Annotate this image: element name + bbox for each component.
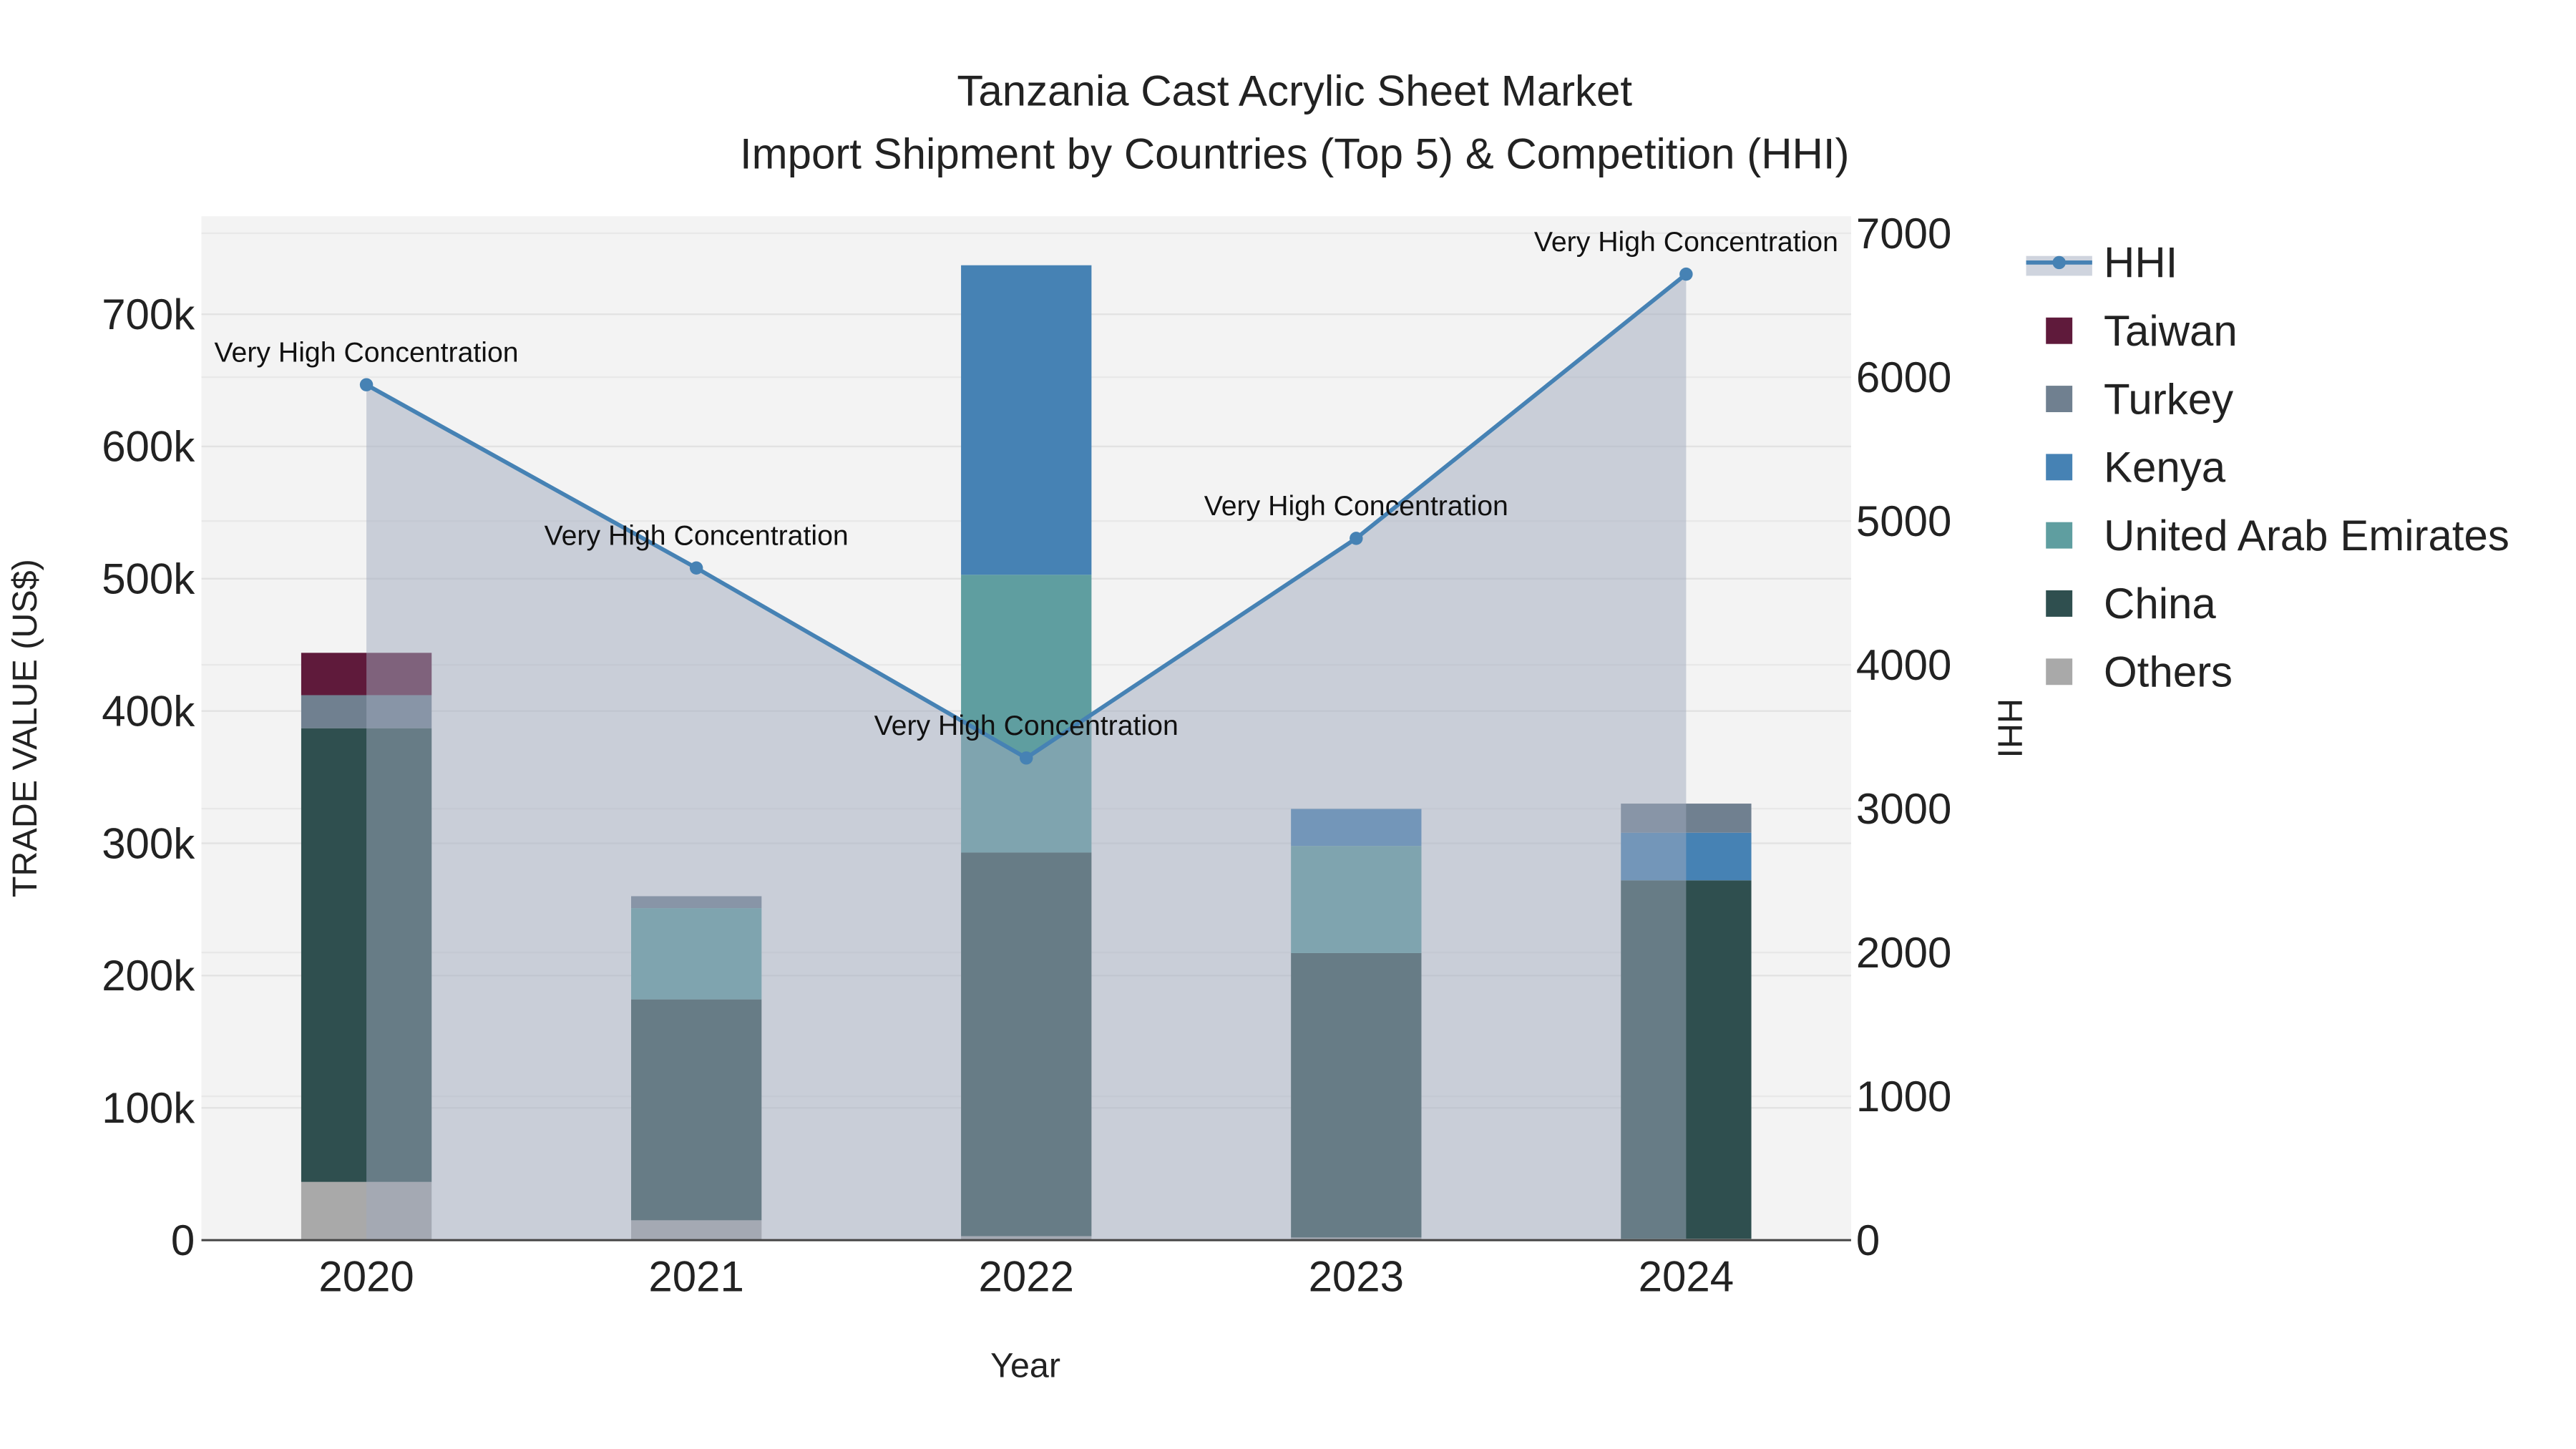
y-tick-label: 200k	[102, 952, 195, 1000]
y2-tick-label: 7000	[1856, 210, 1951, 258]
hhi-annotation: Very High Concentration	[1204, 490, 1508, 522]
legend-label: Turkey	[2104, 375, 2233, 423]
x-tick-label: 2023	[1309, 1253, 1404, 1301]
y-tick-label: 400k	[102, 687, 195, 735]
hhi-annotation: Very High Concentration	[874, 710, 1179, 741]
legend-swatch	[2046, 454, 2073, 481]
legend-swatch	[2046, 386, 2073, 412]
hhi-trade-chart: Very High Concentration Very High Concent…	[6, 67, 2509, 1385]
y2-tick-label: 5000	[1856, 497, 1951, 545]
x-tick-label: 2020	[318, 1253, 414, 1301]
x-tick-label: 2021	[648, 1253, 743, 1301]
hhi-point-2022[interactable]	[1020, 751, 1033, 765]
legend-item-turkey[interactable]: Turkey	[2046, 375, 2233, 423]
y-tick-label: 500k	[102, 555, 195, 603]
legend-label: Kenya	[2104, 444, 2226, 492]
chart-subtitle: Import Shipment by Countries (Top 5) & C…	[740, 130, 1850, 177]
hhi-point-2021[interactable]	[689, 561, 703, 575]
y2-tick-label: 2000	[1856, 929, 1951, 977]
hhi-annotation: Very High Concentration	[215, 336, 519, 368]
x-tick-label: 2024	[1639, 1253, 1734, 1301]
hhi-point-2020[interactable]	[359, 378, 374, 391]
y2-tick-label: 6000	[1856, 353, 1951, 401]
y-tick-label: 700k	[102, 291, 195, 338]
legend-label: HHI	[2104, 239, 2177, 287]
hhi-point-2023[interactable]	[1350, 532, 1363, 545]
legend-label: United Arab Emirates	[2104, 512, 2509, 560]
legend-label: Taiwan	[2104, 307, 2238, 355]
legend-label: Others	[2104, 648, 2233, 696]
bar-kenya-2022[interactable]	[961, 265, 1092, 575]
legend-swatch	[2046, 590, 2073, 617]
x-tick-label: 2022	[978, 1253, 1073, 1301]
legend-label: China	[2104, 580, 2216, 628]
y2-axis-title: HHI	[1990, 698, 2029, 758]
legend-swatch	[2046, 522, 2073, 549]
x-axis-title: Year	[990, 1347, 1060, 1385]
y-tick-label: 600k	[102, 423, 195, 471]
legend-item-china[interactable]: China	[2046, 580, 2216, 628]
y-tick-label: 300k	[102, 819, 195, 867]
y2-tick-label: 4000	[1856, 641, 1951, 689]
y2-tick-label: 1000	[1856, 1073, 1951, 1121]
legend-item-taiwan[interactable]: Taiwan	[2046, 307, 2238, 355]
chart-title: Tanzania Cast Acrylic Sheet Market	[957, 67, 1632, 115]
hhi-annotation: Very High Concentration	[1534, 226, 1838, 258]
y2-tick-label: 0	[1856, 1216, 1880, 1264]
y2-tick-label: 3000	[1856, 785, 1951, 833]
y-tick-label: 0	[171, 1216, 195, 1264]
legend-swatch	[2046, 658, 2073, 686]
y-tick-label: 100k	[102, 1084, 195, 1132]
y-axis-title: TRADE VALUE (US$)	[6, 559, 44, 897]
legend-swatch	[2046, 317, 2073, 344]
legend-item-hhi[interactable]: HHI	[2026, 239, 2178, 287]
hhi-annotation: Very High Concentration	[545, 519, 849, 551]
legend-item-united-arab-emirates[interactable]: United Arab Emirates	[2046, 512, 2509, 560]
legend-item-kenya[interactable]: Kenya	[2046, 444, 2226, 492]
legend: HHI Taiwan Turkey Kenya United Arab Emirates…	[2026, 239, 2509, 696]
hhi-point-2024[interactable]	[1679, 267, 1693, 281]
hhi-legend-marker	[2052, 255, 2066, 270]
legend-item-others[interactable]: Others	[2046, 648, 2233, 696]
